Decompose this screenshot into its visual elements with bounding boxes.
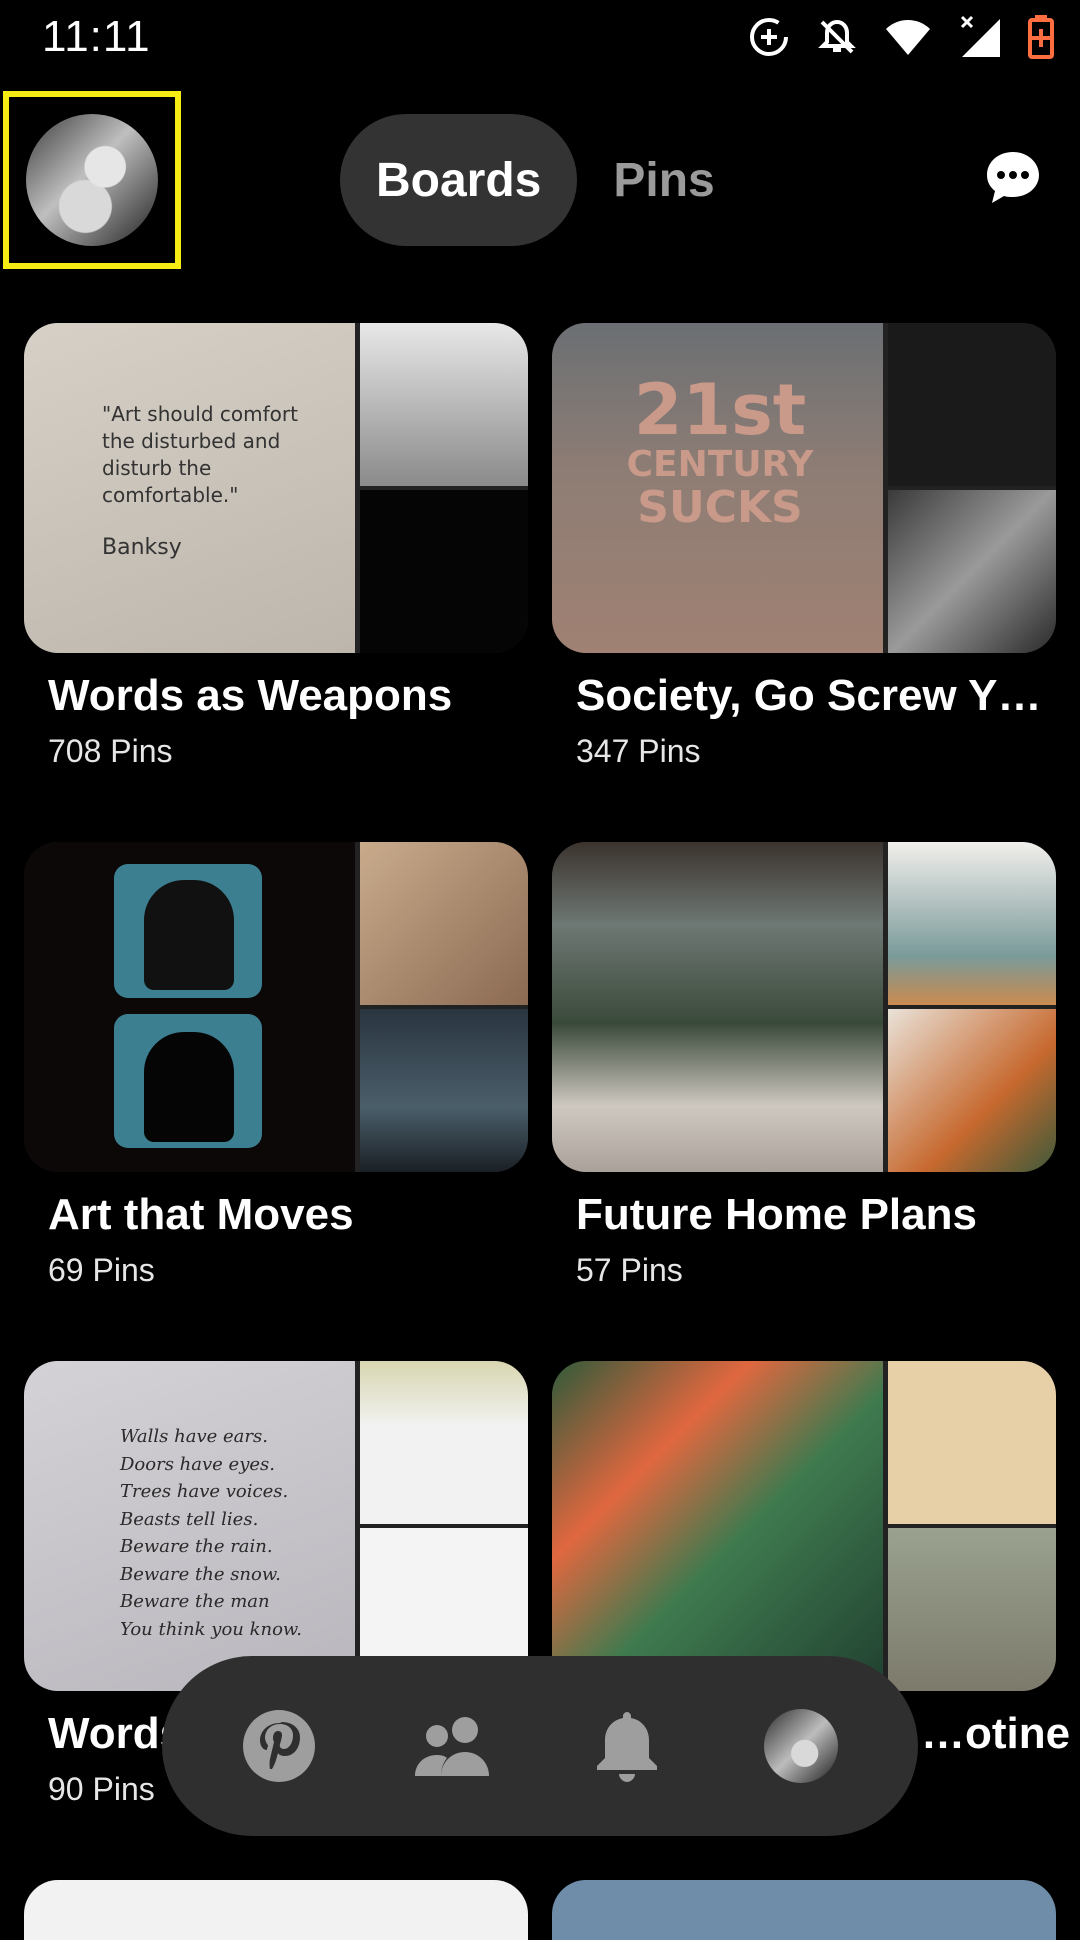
tab-boards[interactable]: Boards — [340, 114, 578, 246]
boards-pins-tabs: Boards Pins — [340, 114, 751, 246]
cover-image-small-2 — [360, 1009, 528, 1172]
status-time: 11:11 — [42, 12, 151, 61]
board-pin-count: 708 Pins — [48, 733, 173, 769]
cover-image-small-1 — [360, 1361, 528, 1524]
bell-off-icon — [818, 19, 856, 54]
board-card[interactable]: 21st CENTURY SUCKS Society, Go Screw Y… … — [552, 323, 1056, 770]
board-name: Future Home Plans — [576, 1190, 977, 1239]
signal-icon — [960, 15, 1000, 57]
battery-icon — [1028, 15, 1054, 59]
board-cover-peek — [552, 1880, 1056, 1940]
cover-image-main: "Art should comfort the disturbed and di… — [24, 323, 355, 653]
cover-image-small-2 — [888, 490, 1056, 653]
nav-following[interactable] — [403, 1696, 503, 1796]
board-cover — [24, 842, 528, 1172]
people-icon — [415, 1717, 489, 1776]
board-cover-peek — [24, 1880, 528, 1940]
cover-image-main — [24, 842, 355, 1172]
messages-icon[interactable] — [984, 149, 1042, 207]
board-cover: Walls have ears. Doors have eyes. Trees … — [24, 1361, 528, 1691]
cover-image-main — [552, 1361, 883, 1691]
status-bar: 11:11 — [0, 0, 1080, 80]
wifi-icon — [886, 20, 930, 55]
pinterest-icon — [243, 1710, 315, 1782]
cover-image-small-1 — [360, 842, 528, 1005]
cover-image-small-1 — [360, 323, 528, 486]
cover-image-main: 21st CENTURY SUCKS — [552, 323, 883, 653]
board-cover: "Art should comfort the disturbed and di… — [24, 323, 528, 653]
status-icons — [748, 12, 1054, 62]
board-name: Words as Weapons — [48, 671, 453, 720]
cover-image-small-1 — [888, 1361, 1056, 1524]
data-saver-icon — [750, 18, 788, 56]
board-card[interactable]: Art that Moves 69 Pins — [24, 842, 528, 1289]
cover-image-small-1 — [888, 842, 1056, 1005]
bell-icon — [597, 1712, 657, 1782]
tab-pins[interactable]: Pins — [577, 114, 750, 246]
board-card[interactable]: "Art should comfort the disturbed and di… — [24, 323, 528, 770]
board-name: Society, Go Screw Y… — [576, 671, 1042, 720]
nav-home[interactable] — [229, 1696, 329, 1796]
board-card[interactable]: Future Home Plans 57 Pins — [552, 842, 1056, 1289]
poster-text-3: SUCKS — [637, 482, 803, 533]
profile-avatar-button[interactable] — [3, 91, 181, 269]
board-cover — [552, 1361, 1056, 1691]
quote-author: Banksy — [102, 535, 182, 560]
board-cover — [552, 842, 1056, 1172]
avatar — [26, 114, 158, 246]
avatar — [764, 1709, 838, 1783]
board-pin-count: 57 Pins — [576, 1252, 683, 1288]
nav-notifications[interactable] — [577, 1696, 677, 1796]
cover-image-small-2 — [888, 1009, 1056, 1172]
board-pin-count: 347 Pins — [576, 733, 701, 769]
poster-text-1: 21st — [633, 369, 807, 451]
cover-image-main — [552, 842, 883, 1172]
board-cover: 21st CENTURY SUCKS — [552, 323, 1056, 653]
board-pin-count: 69 Pins — [48, 1252, 155, 1288]
poem-text: Walls have ears. Doors have eyes. Trees … — [120, 1426, 302, 1640]
board-name: Art that Moves — [48, 1190, 354, 1239]
bottom-nav — [162, 1656, 918, 1836]
cover-image-small-1 — [888, 323, 1056, 486]
poster-text-2: CENTURY — [626, 444, 814, 485]
nav-profile[interactable] — [751, 1696, 851, 1796]
cover-image-small-2 — [888, 1528, 1056, 1691]
cover-image-small-2 — [360, 490, 528, 653]
cover-image-main: Walls have ears. Doors have eyes. Trees … — [24, 1361, 355, 1691]
quote-text: "Art should comfort the disturbed and di… — [102, 402, 298, 507]
